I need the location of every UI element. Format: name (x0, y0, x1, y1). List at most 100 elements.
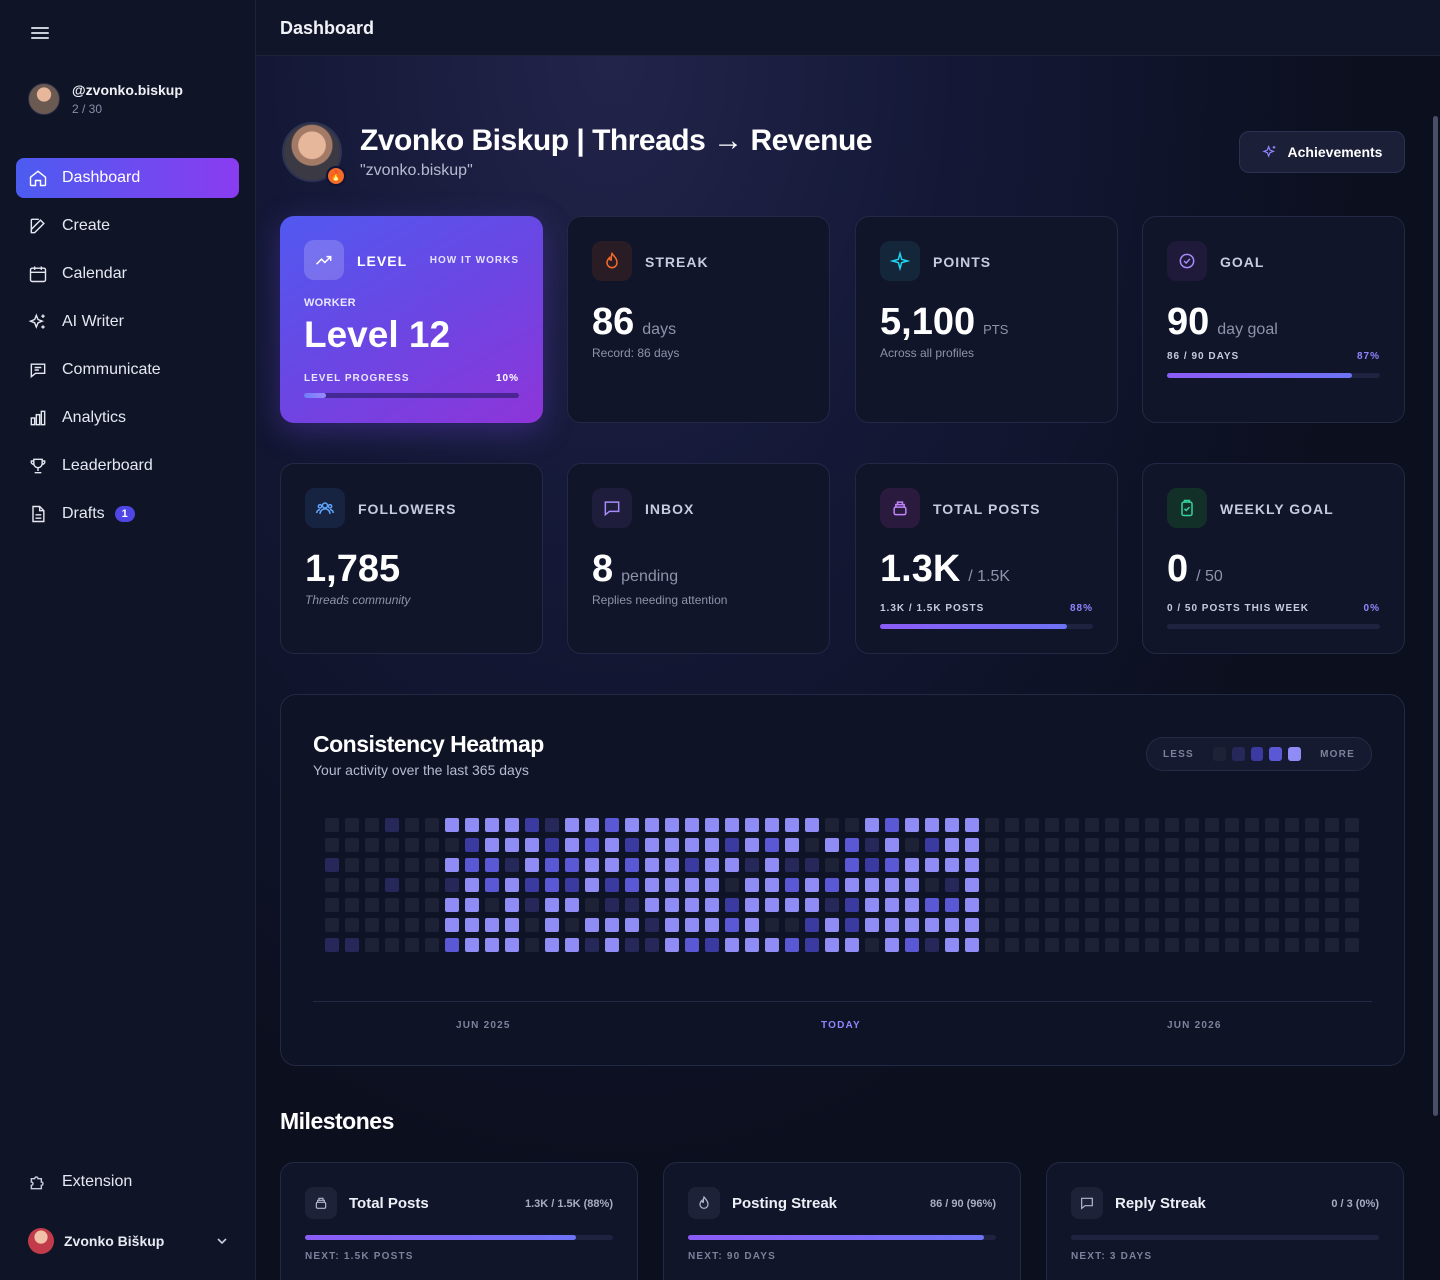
heatmap-cell[interactable] (1345, 938, 1359, 952)
heatmap-cell[interactable] (605, 938, 619, 952)
heatmap-cell[interactable] (1065, 918, 1079, 932)
heatmap-cell[interactable] (1005, 938, 1019, 952)
heatmap-cell[interactable] (1285, 918, 1299, 932)
heatmap-cell[interactable] (985, 818, 999, 832)
heatmap-cell[interactable] (1005, 878, 1019, 892)
heatmap-cell[interactable] (585, 858, 599, 872)
heatmap-cell[interactable] (805, 938, 819, 952)
heatmap-cell[interactable] (505, 918, 519, 932)
heatmap-cell[interactable] (945, 858, 959, 872)
heatmap-cell[interactable] (385, 878, 399, 892)
heatmap-cell[interactable] (1005, 858, 1019, 872)
heatmap-cell[interactable] (585, 918, 599, 932)
extension-link[interactable]: Extension (28, 1172, 132, 1192)
heatmap-cell[interactable] (685, 898, 699, 912)
heatmap-cell[interactable] (1025, 878, 1039, 892)
heatmap-cell[interactable] (805, 818, 819, 832)
heatmap-cell[interactable] (985, 918, 999, 932)
heatmap-cell[interactable] (785, 918, 799, 932)
heatmap-cell[interactable] (1025, 898, 1039, 912)
heatmap-cell[interactable] (785, 818, 799, 832)
heatmap-cell[interactable] (1285, 878, 1299, 892)
heatmap-cell[interactable] (1305, 878, 1319, 892)
heatmap-cell[interactable] (745, 838, 759, 852)
heatmap-cell[interactable] (685, 818, 699, 832)
heatmap-cell[interactable] (525, 938, 539, 952)
heatmap-cell[interactable] (705, 898, 719, 912)
heatmap-cell[interactable] (1085, 818, 1099, 832)
heatmap-cell[interactable] (505, 878, 519, 892)
heatmap-cell[interactable] (665, 898, 679, 912)
heatmap-cell[interactable] (1345, 918, 1359, 932)
heatmap-cell[interactable] (385, 838, 399, 852)
heatmap-cell[interactable] (645, 838, 659, 852)
heatmap-cell[interactable] (645, 878, 659, 892)
heatmap-cell[interactable] (485, 898, 499, 912)
heatmap-cell[interactable] (1005, 918, 1019, 932)
heatmap-cell[interactable] (1045, 838, 1059, 852)
heatmap-cell[interactable] (585, 878, 599, 892)
heatmap-cell[interactable] (825, 838, 839, 852)
heatmap-cell[interactable] (1325, 938, 1339, 952)
heatmap-cell[interactable] (825, 918, 839, 932)
heatmap-cell[interactable] (1065, 838, 1079, 852)
heatmap-cell[interactable] (545, 858, 559, 872)
heatmap-cell[interactable] (885, 898, 899, 912)
heatmap-cell[interactable] (1285, 938, 1299, 952)
heatmap-cell[interactable] (1185, 838, 1199, 852)
heatmap-cell[interactable] (645, 938, 659, 952)
sidebar-item-leaderboard[interactable]: Leaderboard (16, 446, 239, 486)
heatmap-cell[interactable] (765, 898, 779, 912)
heatmap-cell[interactable] (625, 938, 639, 952)
heatmap-cell[interactable] (525, 918, 539, 932)
heatmap-cell[interactable] (1225, 898, 1239, 912)
heatmap-cell[interactable] (485, 878, 499, 892)
heatmap-cell[interactable] (865, 838, 879, 852)
heatmap-cell[interactable] (505, 938, 519, 952)
heatmap-cell[interactable] (1245, 938, 1259, 952)
heatmap-cell[interactable] (1145, 878, 1159, 892)
heatmap-cell[interactable] (845, 878, 859, 892)
heatmap-cell[interactable] (845, 838, 859, 852)
heatmap-cell[interactable] (705, 918, 719, 932)
heatmap-cell[interactable] (665, 858, 679, 872)
heatmap-cell[interactable] (1125, 878, 1139, 892)
heatmap-cell[interactable] (845, 918, 859, 932)
heatmap-cell[interactable] (1285, 838, 1299, 852)
heatmap-cell[interactable] (825, 818, 839, 832)
heatmap-cell[interactable] (1225, 858, 1239, 872)
heatmap-cell[interactable] (1325, 818, 1339, 832)
heatmap-cell[interactable] (925, 818, 939, 832)
heatmap-cell[interactable] (945, 938, 959, 952)
heatmap-cell[interactable] (1305, 838, 1319, 852)
heatmap-cell[interactable] (725, 938, 739, 952)
heatmap-cell[interactable] (805, 898, 819, 912)
heatmap-cell[interactable] (885, 858, 899, 872)
heatmap-cell[interactable] (1305, 818, 1319, 832)
heatmap-cell[interactable] (1065, 898, 1079, 912)
heatmap-cell[interactable] (1065, 878, 1079, 892)
heatmap-cell[interactable] (525, 838, 539, 852)
heatmap-cell[interactable] (1225, 938, 1239, 952)
heatmap-cell[interactable] (545, 918, 559, 932)
heatmap-cell[interactable] (525, 818, 539, 832)
heatmap-cell[interactable] (1305, 938, 1319, 952)
heatmap-cell[interactable] (425, 938, 439, 952)
heatmap-cell[interactable] (565, 898, 579, 912)
heatmap-cell[interactable] (1045, 918, 1059, 932)
heatmap-cell[interactable] (925, 878, 939, 892)
heatmap-cell[interactable] (1025, 918, 1039, 932)
heatmap-cell[interactable] (1185, 918, 1199, 932)
heatmap-cell[interactable] (1265, 898, 1279, 912)
heatmap-cell[interactable] (1205, 818, 1219, 832)
heatmap-cell[interactable] (1345, 878, 1359, 892)
heatmap-cell[interactable] (605, 858, 619, 872)
heatmap-cell[interactable] (1185, 858, 1199, 872)
heatmap-cell[interactable] (685, 918, 699, 932)
heatmap-cell[interactable] (925, 918, 939, 932)
heatmap-cell[interactable] (685, 858, 699, 872)
heatmap-cell[interactable] (705, 938, 719, 952)
heatmap-cell[interactable] (345, 938, 359, 952)
heatmap-cell[interactable] (1145, 938, 1159, 952)
heatmap-cell[interactable] (925, 838, 939, 852)
